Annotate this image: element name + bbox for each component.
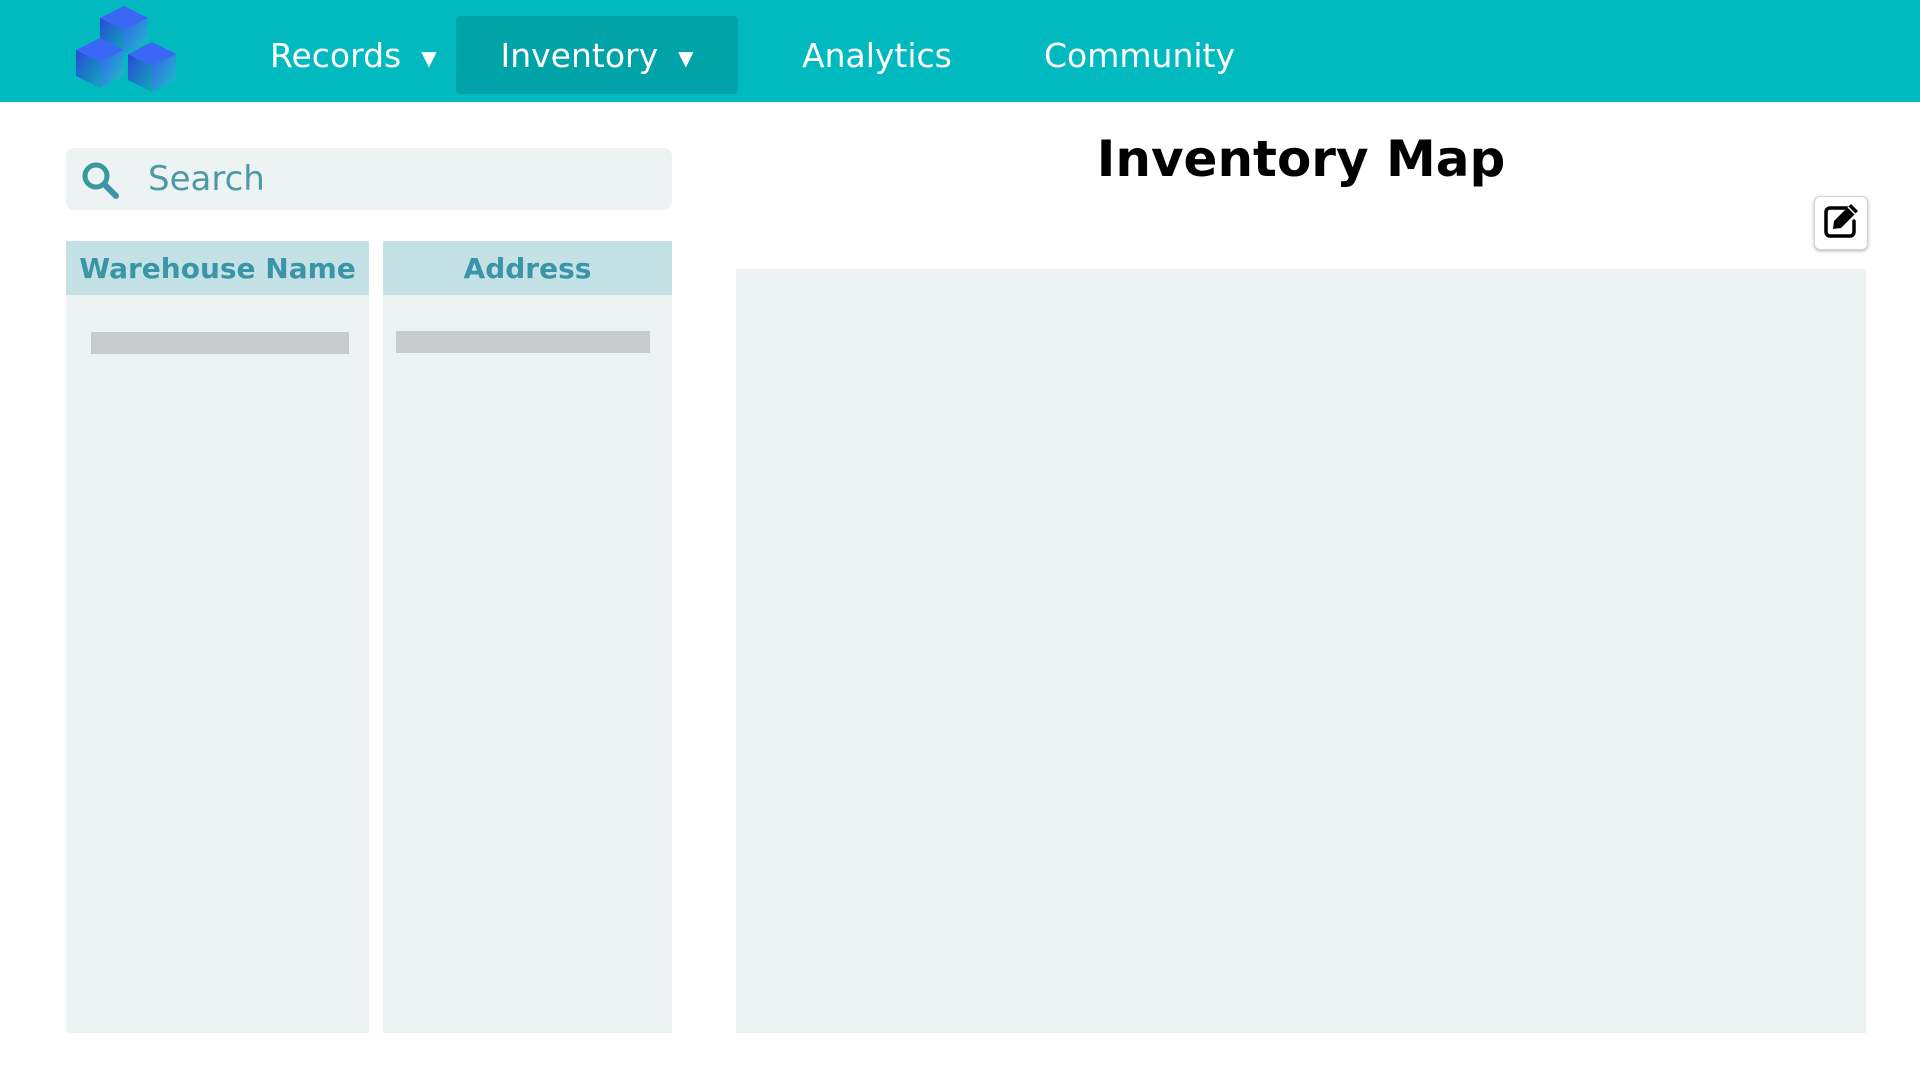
chevron-down-icon: ▼ bbox=[678, 46, 694, 70]
warehouse-name-column: Warehouse Name bbox=[66, 241, 369, 1033]
nav-records-label: Records bbox=[270, 35, 402, 75]
column-header-warehouse-name[interactable]: Warehouse Name bbox=[66, 241, 369, 295]
chevron-down-icon: ▼ bbox=[421, 46, 437, 70]
edit-icon bbox=[1821, 201, 1861, 245]
edit-button[interactable] bbox=[1814, 196, 1868, 250]
nav-inventory[interactable]: Inventory ▼ bbox=[456, 16, 738, 94]
nav-records[interactable]: Records ▼ bbox=[270, 16, 437, 94]
nav-community[interactable]: Community bbox=[1044, 16, 1235, 94]
nav-community-label: Community bbox=[1044, 35, 1235, 75]
inventory-map[interactable] bbox=[736, 269, 1866, 1033]
loading-placeholder bbox=[91, 332, 349, 354]
nav-inventory-label: Inventory bbox=[500, 35, 659, 75]
search-icon[interactable] bbox=[80, 160, 120, 200]
address-column: Address bbox=[383, 241, 672, 1033]
top-navbar: Records ▼ Inventory ▼ Analytics Communit… bbox=[0, 0, 1920, 102]
page-title: Inventory Map bbox=[1096, 130, 1506, 188]
nav-analytics-label: Analytics bbox=[802, 35, 952, 75]
search-input[interactable] bbox=[148, 148, 648, 210]
nav-analytics[interactable]: Analytics bbox=[802, 16, 952, 94]
logo-icon[interactable] bbox=[68, 4, 184, 96]
column-header-address[interactable]: Address bbox=[383, 241, 672, 295]
search-box bbox=[66, 148, 672, 210]
loading-placeholder bbox=[396, 331, 650, 353]
